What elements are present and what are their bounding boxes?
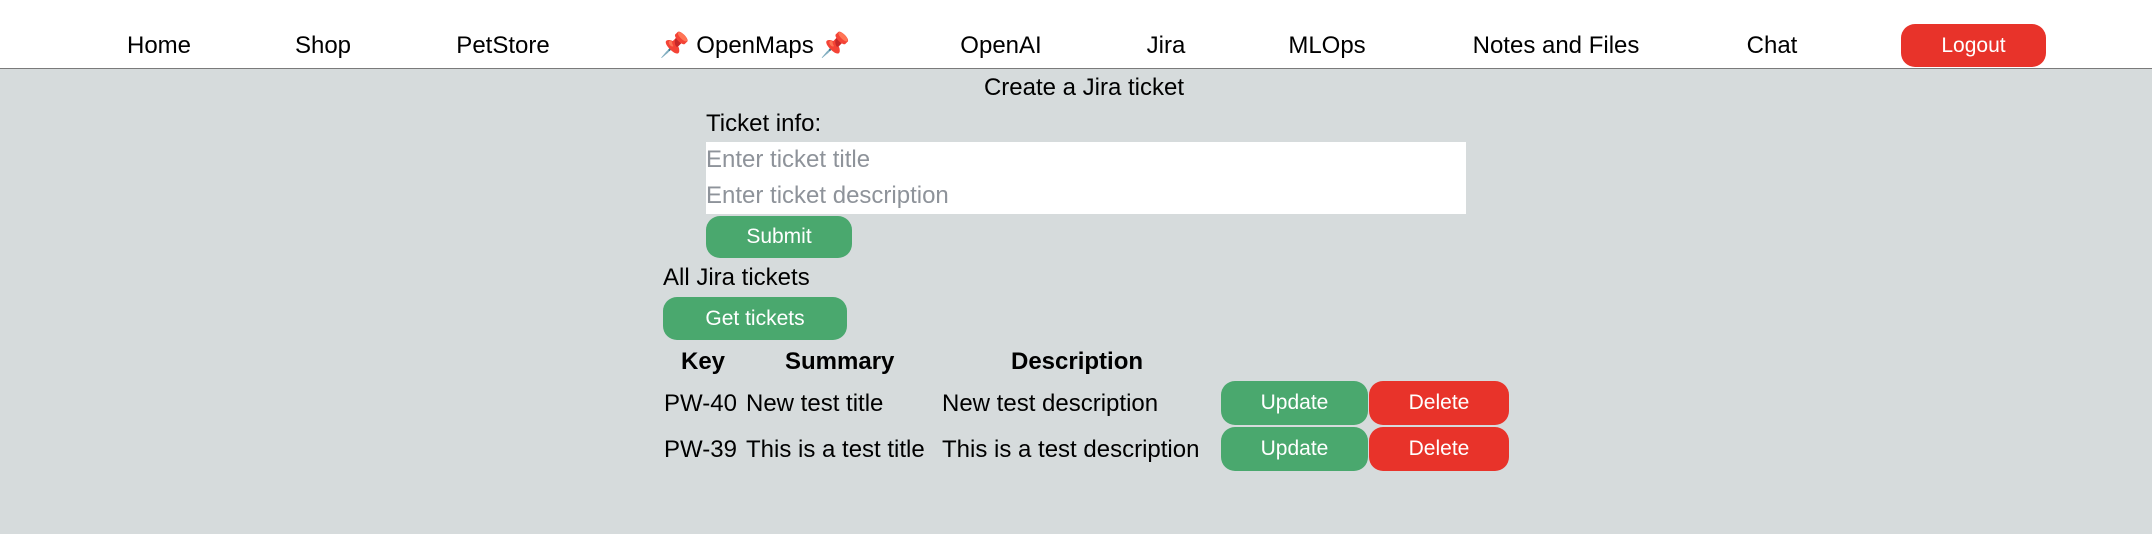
nav-notes-and-files[interactable]: Notes and Files [1473, 0, 1640, 68]
nav-openmaps[interactable]: 📌 OpenMaps 📌 [660, 0, 851, 68]
ticket-description: This is a test description [942, 436, 1200, 463]
ticket-key: PW-40 [664, 390, 737, 417]
top-navbar: Home Shop PetStore 📌 OpenMaps 📌 OpenAI J… [0, 0, 2152, 69]
ticket-description-input[interactable] [706, 178, 1466, 214]
nav-chat[interactable]: Chat [1747, 0, 1798, 68]
get-tickets-button[interactable]: Get tickets [663, 297, 847, 340]
column-header-summary: Summary [785, 348, 895, 375]
ticket-summary: New test title [746, 390, 884, 417]
submit-button[interactable]: Submit [706, 216, 852, 258]
ticket-info-label: Ticket info: [706, 110, 822, 137]
delete-button[interactable]: Delete [1369, 427, 1509, 471]
delete-button[interactable]: Delete [1369, 381, 1509, 425]
ticket-summary: This is a test title [746, 436, 925, 463]
update-button[interactable]: Update [1221, 427, 1368, 471]
create-ticket-title: Create a Jira ticket [983, 74, 1185, 101]
column-header-description: Description [1011, 348, 1144, 375]
nav-home[interactable]: Home [127, 0, 191, 68]
nav-petstore[interactable]: PetStore [456, 0, 549, 68]
ticket-title-input[interactable] [706, 142, 1466, 178]
column-header-key: Key [681, 348, 726, 375]
ticket-key: PW-39 [664, 436, 737, 463]
logout-button[interactable]: Logout [1901, 24, 2046, 67]
nav-openai[interactable]: OpenAI [960, 0, 1041, 68]
update-button[interactable]: Update [1221, 381, 1368, 425]
nav-jira[interactable]: Jira [1147, 0, 1186, 68]
nav-shop[interactable]: Shop [295, 0, 351, 68]
nav-mlops[interactable]: MLOps [1288, 0, 1365, 68]
all-tickets-heading: All Jira tickets [663, 264, 810, 291]
ticket-description: New test description [942, 390, 1159, 417]
nav-openmaps-label: OpenMaps [696, 32, 814, 59]
